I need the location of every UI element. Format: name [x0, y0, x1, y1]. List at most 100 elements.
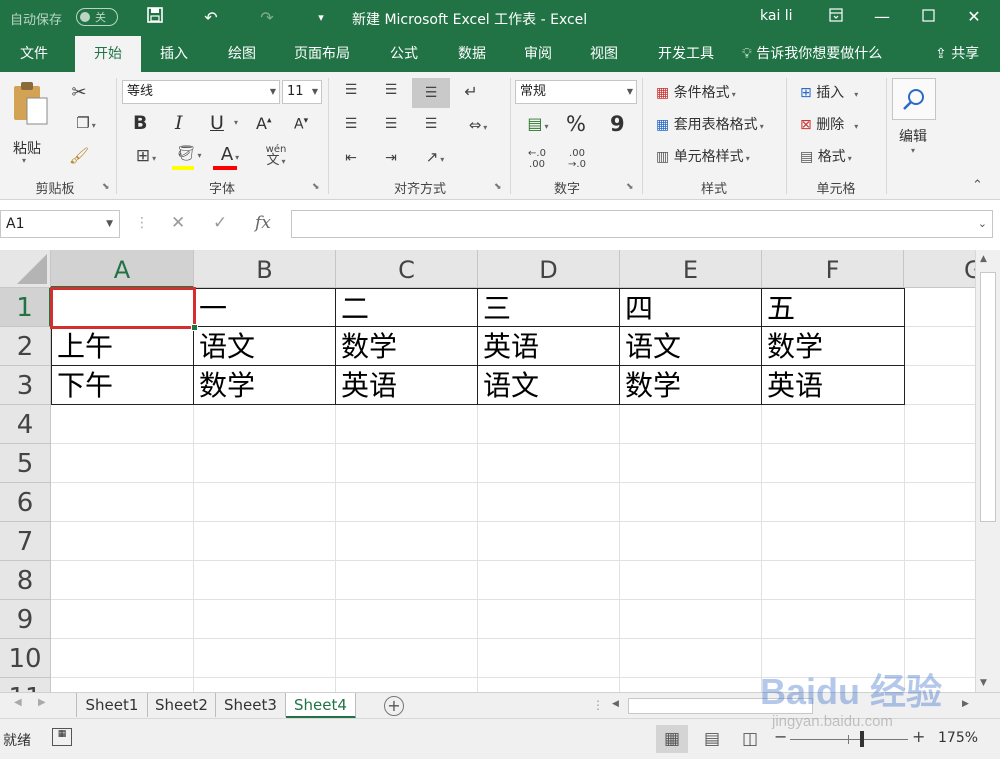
column-header-f[interactable]: F — [762, 250, 904, 288]
scroll-up-icon[interactable]: ▲ — [980, 254, 987, 264]
accounting-format-icon[interactable]: ▤ ▾ — [518, 114, 558, 133]
cell-styles-button[interactable]: ▥ 单元格样式 ▾ — [656, 146, 750, 166]
column-header-c[interactable]: C — [336, 250, 478, 288]
scroll-down-icon[interactable]: ▼ — [980, 678, 987, 688]
zoom-slider-thumb[interactable] — [860, 731, 864, 747]
font-name-select[interactable]: 等线 ▼ — [122, 80, 280, 104]
tab-home[interactable]: 开始 — [75, 36, 141, 72]
cell-b3[interactable]: 数学 — [194, 366, 336, 405]
save-icon[interactable] — [142, 5, 168, 31]
tab-insert[interactable]: 插入 — [148, 36, 200, 72]
cell-f2[interactable]: 数学 — [762, 327, 905, 366]
bold-button[interactable]: B — [133, 112, 147, 134]
name-box[interactable]: A1 ▼ — [0, 210, 120, 238]
sheet-prev-icon[interactable]: ◀ — [14, 697, 22, 708]
cell-b1[interactable]: 一 — [194, 288, 336, 327]
row-header-2[interactable]: 2 — [0, 327, 51, 366]
vertical-scroll-thumb[interactable] — [980, 272, 996, 522]
close-icon[interactable]: ✕ — [954, 2, 994, 32]
wrap-text-icon[interactable]: ↵ — [458, 82, 484, 101]
tab-page-layout[interactable]: 页面布局 — [282, 36, 362, 72]
macro-record-icon[interactable]: ▦ — [52, 728, 72, 746]
formula-input[interactable]: ⌄ — [291, 210, 993, 238]
sheet-tab-sheet2[interactable]: Sheet2 — [148, 693, 216, 717]
paste-button[interactable]: 粘贴 — [13, 138, 41, 158]
merge-center-icon[interactable]: ⇔ ▾ — [456, 116, 500, 134]
decrease-font-icon[interactable]: A▾ — [294, 116, 308, 133]
zoom-level[interactable]: 175% — [938, 730, 978, 746]
tab-developer[interactable]: 开发工具 — [646, 36, 726, 72]
row-header-4[interactable]: 4 — [0, 405, 51, 444]
autosave-toggle[interactable]: 关 — [76, 8, 118, 26]
row-header-9[interactable]: 9 — [0, 600, 51, 639]
increase-font-icon[interactable]: A▴ — [256, 114, 271, 133]
fill-color-icon[interactable]: 🪣︎ ▾ — [170, 144, 208, 170]
cell-d3[interactable]: 语文 — [478, 366, 620, 405]
add-sheet-icon[interactable]: + — [384, 696, 404, 716]
user-name[interactable]: kai li — [760, 8, 793, 24]
font-launcher-icon[interactable]: ⬊ — [312, 182, 320, 192]
sheet-tab-sheet4[interactable]: Sheet4 — [286, 693, 356, 719]
tab-draw[interactable]: 绘图 — [214, 36, 270, 72]
page-break-view-icon[interactable]: ◫ — [734, 725, 766, 753]
comma-style-button[interactable]: 9 — [610, 112, 625, 136]
paste-dropdown-icon[interactable]: ▾ — [22, 156, 26, 165]
fill-handle[interactable] — [191, 324, 198, 331]
align-left-icon[interactable]: ☰ — [338, 116, 364, 132]
select-all-button[interactable] — [0, 250, 51, 288]
underline-dropdown-icon[interactable]: ▾ — [234, 118, 238, 127]
cell-b2[interactable]: 语文 — [194, 327, 336, 366]
cell-d2[interactable]: 英语 — [478, 327, 620, 366]
scroll-left-icon[interactable]: ◀ — [612, 699, 619, 709]
redo-icon[interactable]: ↷ — [254, 5, 280, 31]
format-cells-button[interactable]: ▤ 格式 ▾ — [800, 146, 852, 166]
zoom-out-icon[interactable]: − — [774, 727, 787, 746]
row-header-3[interactable]: 3 — [0, 366, 51, 405]
tab-file[interactable]: 文件 — [6, 36, 62, 72]
ribbon-display-icon[interactable] — [816, 2, 856, 32]
find-search-icon[interactable] — [892, 78, 936, 120]
alignment-launcher-icon[interactable]: ⬊ — [494, 182, 502, 192]
row-header-1[interactable]: 1 — [0, 288, 51, 327]
format-as-table-button[interactable]: ▦ 套用表格格式 ▾ — [656, 114, 764, 134]
customize-qat-icon[interactable]: ▾ — [308, 5, 334, 31]
vertical-scrollbar[interactable]: ▲ ▼ — [975, 250, 1000, 692]
cell-f3[interactable]: 英语 — [762, 366, 905, 405]
normal-view-icon[interactable]: ▦ — [656, 725, 688, 753]
tab-data[interactable]: 数据 — [444, 36, 500, 72]
cell-a3[interactable]: 下午 — [51, 366, 194, 405]
worksheet-grid[interactable]: A B C D E F G 1 2 3 4 5 6 7 8 9 10 11 一 … — [0, 250, 975, 692]
cancel-icon[interactable]: ✕ — [171, 213, 185, 233]
increase-decimal-icon[interactable]: ←.0.00 — [522, 148, 552, 170]
row-header-5[interactable]: 5 — [0, 444, 51, 483]
cell-c1[interactable]: 二 — [336, 288, 478, 327]
copy-icon[interactable]: ❐ ▾ — [66, 114, 106, 132]
insert-function-icon[interactable]: fx — [255, 213, 271, 233]
borders-icon[interactable]: ⊞ ▾ — [128, 146, 164, 166]
column-header-g[interactable]: G — [904, 250, 975, 288]
font-size-select[interactable]: 11 ▼ — [282, 80, 322, 104]
enter-icon[interactable]: ✓ — [213, 213, 227, 233]
sheet-next-icon[interactable]: ▶ — [38, 697, 46, 708]
cell-e3[interactable]: 数学 — [620, 366, 762, 405]
align-center-icon[interactable]: ☰ — [378, 116, 404, 132]
row-header-8[interactable]: 8 — [0, 561, 51, 600]
column-header-b[interactable]: B — [194, 250, 336, 288]
horizontal-scroll-thumb[interactable] — [628, 698, 813, 714]
row-header-7[interactable]: 7 — [0, 522, 51, 561]
underline-button[interactable]: U — [210, 112, 224, 134]
row-header-11[interactable]: 11 — [0, 678, 51, 692]
zoom-slider-track[interactable] — [790, 739, 908, 740]
horizontal-scrollbar[interactable]: ◀ ▶ — [608, 696, 976, 716]
phonetic-guide-icon[interactable]: wén 文 ▾ — [256, 144, 296, 167]
cell-e1[interactable]: 四 — [620, 288, 762, 327]
sheet-tab-sheet3[interactable]: Sheet3 — [216, 693, 286, 717]
column-header-a[interactable]: A — [51, 250, 194, 288]
scroll-right-icon[interactable]: ▶ — [962, 699, 969, 709]
percent-style-button[interactable]: % — [566, 112, 586, 136]
italic-button[interactable]: I — [175, 112, 183, 134]
decrease-decimal-icon[interactable]: .00 →.0 — [562, 148, 592, 170]
cell-a2[interactable]: 上午 — [51, 327, 194, 366]
clipboard-launcher-icon[interactable]: ⬊ — [102, 182, 110, 192]
zoom-in-icon[interactable]: + — [912, 727, 925, 746]
